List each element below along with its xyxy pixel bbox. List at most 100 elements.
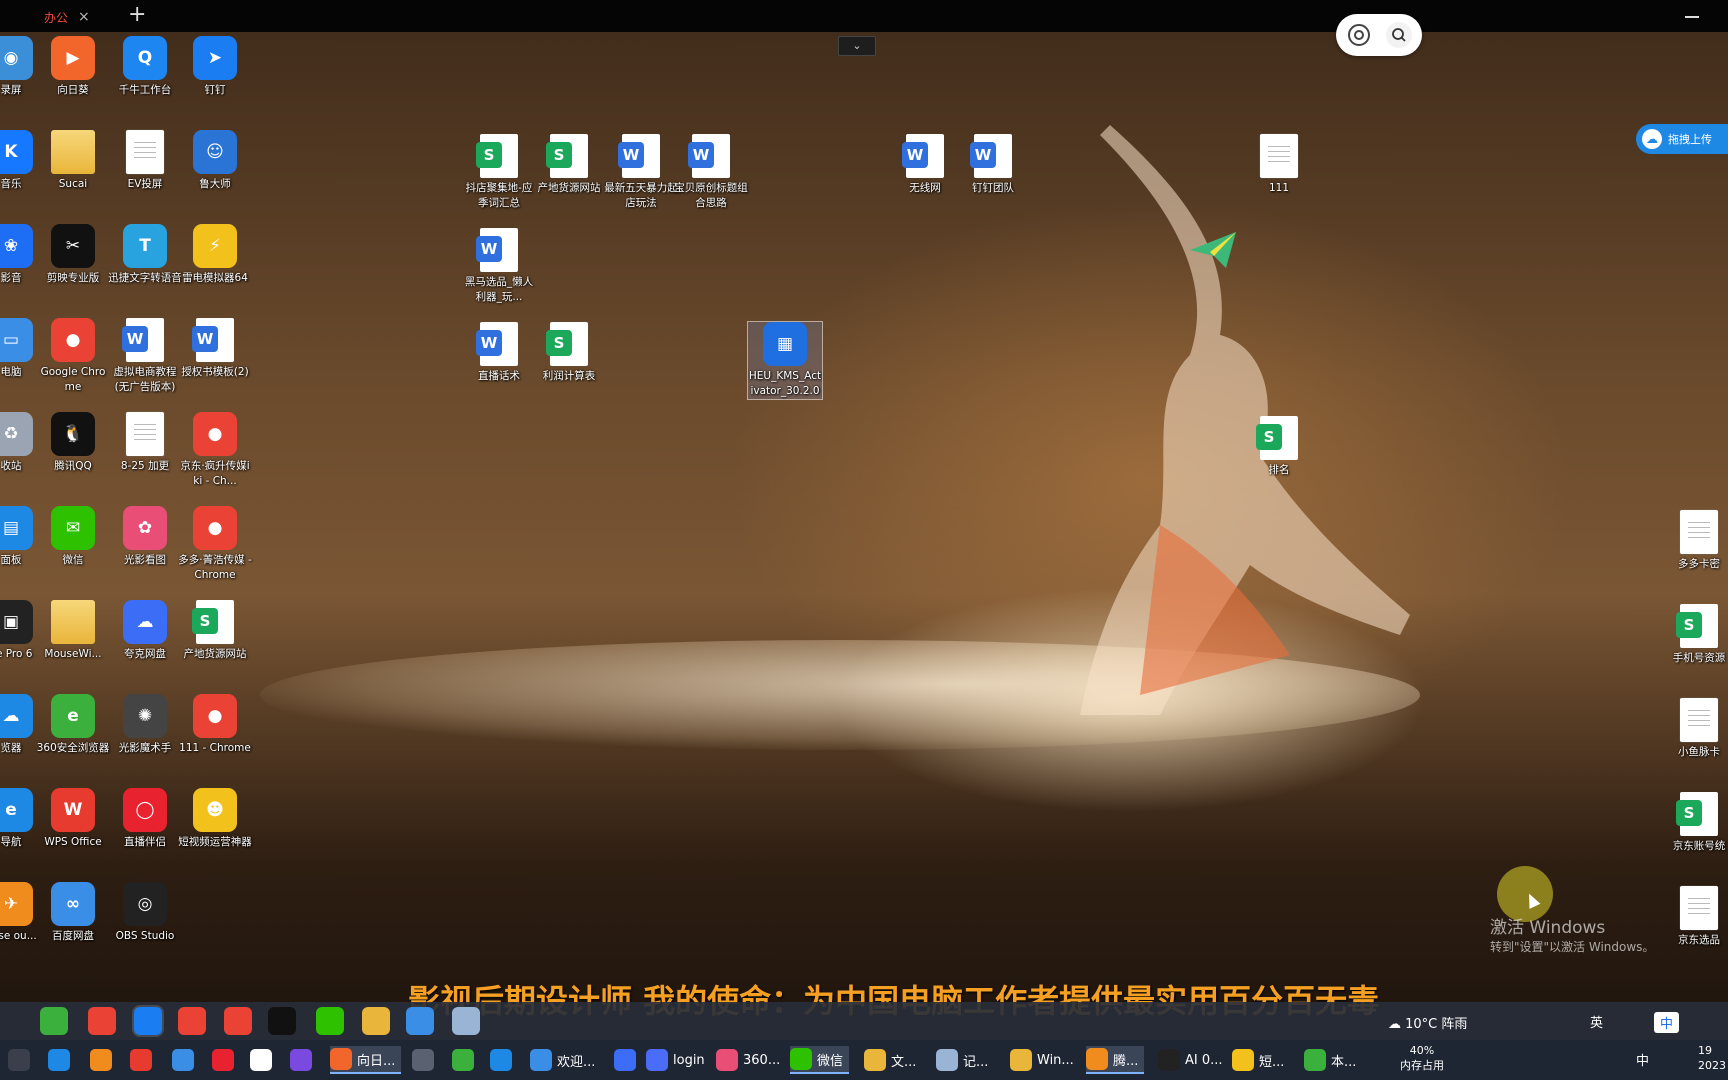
desktop-icon-label: Sucai: [58, 178, 88, 190]
upload-side-button[interactable]: ☁ 拖拽上传: [1636, 124, 1728, 154]
taskbar-app[interactable]: Win...: [1010, 1046, 1074, 1074]
app-icon: ▦: [763, 322, 807, 366]
taskbar-app[interactable]: 欢迎...: [530, 1046, 595, 1074]
pinned-app-icon[interactable]: [40, 1007, 68, 1035]
desktop-icon[interactable]: ☁ 夸克网盘: [108, 600, 182, 662]
taskbar-app[interactable]: login: [646, 1046, 705, 1074]
taskbar-app[interactable]: [48, 1046, 70, 1074]
desktop-icon[interactable]: W 钉钉团队: [956, 134, 1030, 196]
taskbar-app[interactable]: 微信: [790, 1046, 850, 1074]
new-tab-button[interactable]: +: [128, 2, 146, 27]
taskbar-app[interactable]: 向日...: [330, 1046, 402, 1074]
taskbar-app[interactable]: [490, 1046, 512, 1074]
desktop-icon[interactable]: S 京东账号统: [1662, 792, 1728, 854]
desktop-icon[interactable]: 111: [1242, 134, 1316, 196]
pinned-app-icon[interactable]: [316, 1007, 344, 1035]
taskbar-app[interactable]: [212, 1046, 234, 1074]
desktop-icon[interactable]: 京东选品: [1662, 886, 1728, 948]
desktop-icon[interactable]: W 直播话术: [462, 322, 536, 384]
taskbar-app[interactable]: [290, 1046, 312, 1074]
memory-usage[interactable]: 40% 内存占用: [1400, 1043, 1444, 1073]
desktop-icon[interactable]: W 虚拟电商教程(无广告版本): [108, 318, 182, 395]
taskbar-app[interactable]: 360...: [716, 1046, 780, 1074]
taskbar-app[interactable]: [130, 1046, 152, 1074]
taskbar-app[interactable]: [172, 1046, 194, 1074]
desktop-icon[interactable]: ✉ 微信: [36, 506, 110, 568]
desktop-icon[interactable]: S 抖店聚集地-应季词汇总: [462, 134, 536, 211]
desktop-icon[interactable]: 多多卡密: [1662, 510, 1728, 572]
pinned-app-icon[interactable]: [178, 1007, 206, 1035]
desktop-icon[interactable]: ☺ 鲁大师: [178, 130, 252, 192]
desktop-icon[interactable]: ◯ 直播伴侣: [108, 788, 182, 850]
pinned-app-icon[interactable]: [132, 1005, 164, 1037]
desktop-icon[interactable]: ∞ 百度网盘: [36, 882, 110, 944]
desktop-icon[interactable]: W 最新五天暴力起店玩法: [604, 134, 678, 211]
desktop-icon[interactable]: MouseWi...: [36, 600, 110, 662]
desktop-icon[interactable]: ✺ 光影魔术手: [108, 694, 182, 756]
taskbar-app[interactable]: 本...: [1304, 1046, 1356, 1074]
pinned-app-icon[interactable]: [362, 1007, 390, 1035]
weather-widget[interactable]: ☁ 10°C 阵雨: [1388, 1013, 1467, 1032]
tray-lang[interactable]: 中: [1636, 1050, 1649, 1069]
desktop-icon[interactable]: ◎ OBS Studio: [108, 882, 182, 944]
pinned-app-icon[interactable]: [88, 1007, 116, 1035]
desktop-icon[interactable]: 小鱼脉卡: [1662, 698, 1728, 760]
taskbar-app[interactable]: 短...: [1232, 1046, 1284, 1074]
desktop-icon[interactable]: EV投屏: [108, 130, 182, 192]
taskbar-app[interactable]: 记...: [936, 1046, 988, 1074]
search-icon[interactable]: [1386, 22, 1412, 48]
pinned-app-icon[interactable]: [224, 1007, 252, 1035]
desktop-icon[interactable]: W 黑马选品_懒人利器_玩...: [462, 228, 536, 305]
tab-office[interactable]: 办公 ×: [44, 4, 114, 30]
assistant-widget[interactable]: [1336, 14, 1422, 56]
desktop-icon[interactable]: ☻ 短视频运营神器: [178, 788, 252, 850]
desktop-icon[interactable]: ● 京东·疯升传媒iki - Ch...: [178, 412, 252, 489]
desktop-icon[interactable]: ▦ HEU_KMS_Activator_30.2.0: [747, 321, 823, 400]
desktop-icon[interactable]: Sucai: [36, 130, 110, 192]
ime-lang[interactable]: 英: [1590, 1012, 1603, 1031]
pinned-app-icon[interactable]: [406, 1007, 434, 1035]
desktop-icon[interactable]: W 宝贝原创标题组合思路: [674, 134, 748, 211]
desktop-icon[interactable]: 🐧 腾讯QQ: [36, 412, 110, 474]
desktop-icon[interactable]: ● Google Chrome: [36, 318, 110, 395]
taskbar-app[interactable]: 腾...: [1086, 1046, 1145, 1074]
desktop-icon[interactable]: e 360安全浏览器: [36, 694, 110, 756]
taskbar-app[interactable]: [8, 1046, 30, 1074]
desktop-icon[interactable]: W 授权书模板(2): [178, 318, 252, 380]
desktop-icon[interactable]: ▶ 向日葵: [36, 36, 110, 98]
taskbar-app[interactable]: [614, 1046, 636, 1074]
desktop-icon[interactable]: W WPS Office: [36, 788, 110, 850]
chevron-down-icon[interactable]: ⌄: [838, 36, 876, 56]
pinned-app-icon[interactable]: [452, 1007, 480, 1035]
clock[interactable]: 19 2023: [1698, 1043, 1726, 1073]
desktop-icon[interactable]: ⚡ 雷电模拟器64: [178, 224, 252, 286]
desktop-icon[interactable]: S 产地货源网站: [178, 600, 252, 662]
desktop-icon[interactable]: ➤ 钉钉: [178, 36, 252, 98]
minimize-icon[interactable]: [1682, 6, 1702, 26]
desktop-icon[interactable]: 8-25 加更: [108, 412, 182, 474]
desktop-icon[interactable]: ✂ 剪映专业版: [36, 224, 110, 286]
document-icon: [126, 130, 164, 174]
desktop-icon[interactable]: W 无线网: [888, 134, 962, 196]
taskbar-app[interactable]: AI 0...: [1158, 1046, 1223, 1074]
desktop-icon[interactable]: S 利润计算表: [532, 322, 606, 384]
chatgpt-icon[interactable]: [1346, 22, 1372, 48]
taskbar-app[interactable]: [412, 1046, 434, 1074]
app-icon: ●: [51, 318, 95, 362]
taskbar-app[interactable]: 文...: [864, 1046, 916, 1074]
desktop-icon[interactable]: ✿ 光影看图: [108, 506, 182, 568]
desktop-icon[interactable]: ● 111 - Chrome: [178, 694, 252, 756]
taskbar-app[interactable]: [452, 1046, 474, 1074]
taskbar-app[interactable]: [250, 1046, 272, 1074]
desktop-icon[interactable]: Q 千牛工作台: [108, 36, 182, 98]
desktop-icon[interactable]: S 手机号资源: [1662, 604, 1728, 666]
pinned-app-icon[interactable]: [268, 1007, 296, 1035]
tab-close-icon[interactable]: ×: [78, 9, 90, 25]
taskbar-app[interactable]: [90, 1046, 112, 1074]
ime-chinese-badge[interactable]: 中: [1654, 1012, 1680, 1033]
desktop-icon-label: 腾讯QQ: [54, 460, 92, 472]
desktop-icon[interactable]: ● 多多·菁浩传媒 - Chrome: [178, 506, 252, 583]
desktop-icon[interactable]: S 产地货源网站: [532, 134, 606, 196]
desktop-icon[interactable]: S 排名: [1242, 416, 1316, 478]
desktop-icon[interactable]: T 迅捷文字转语音: [108, 224, 182, 286]
